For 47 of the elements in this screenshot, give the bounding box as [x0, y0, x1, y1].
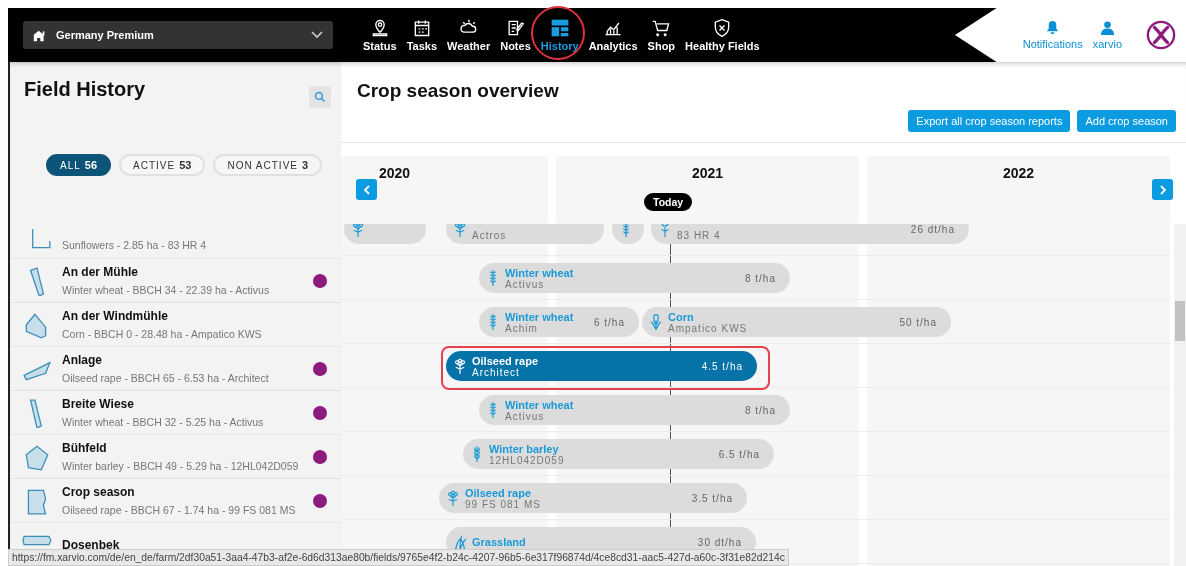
variety-name: Ampatico KWS	[668, 322, 749, 334]
field-name: Bühfeld	[62, 441, 108, 455]
field-details: Winter barley - BBCH 49 - 5.29 ha - 12HL042D059	[62, 460, 300, 472]
page-title: Crop season overview	[357, 80, 560, 102]
variety-name: 83 HR 4	[677, 228, 722, 241]
variety-name: Activus	[505, 410, 546, 422]
crop-name: Grassland	[472, 536, 527, 548]
crop-name: Oilseed rape	[465, 486, 533, 499]
field-details: Oilseed rape - BBCH 67 - 1.74 ha - 99 FS 081 MS	[62, 504, 297, 516]
variety-name: Achim	[505, 322, 539, 334]
url-status-tooltip: https://fm.xarvio.com/de/en_de/farm/2df30a51-3aa4-47b3-af2e-6d6d313ae80b/fields/9765e4f2-b24c-4207-96b5-6e317f96874d/4ce8cd31-aac5-427d-a60c-3f31e82d214c	[8, 549, 789, 566]
yield-value: 30 dt/ha	[697, 536, 742, 548]
variety-name: 99 FS 081 MS	[465, 498, 542, 510]
variety-name: 12HL042D059	[489, 454, 566, 466]
crop-name: Winter wheat	[505, 398, 575, 411]
field-name: An der Mühle	[62, 265, 139, 279]
today-marker: Today	[644, 193, 693, 211]
variety-name: Activus	[505, 278, 546, 290]
field-details: Oilseed rape - BBCH 65 - 6.53 ha - Architect	[62, 372, 270, 384]
field-name: Crop season	[62, 485, 136, 499]
crop-name: Winter wheat	[505, 310, 575, 323]
yield-value: 8 t/ha	[744, 404, 776, 416]
variety-name: Actros	[472, 228, 508, 241]
yield-value: 8 t/ha	[744, 272, 776, 284]
field-name: Dosenbek	[62, 537, 121, 552]
variety-name: Architect	[472, 366, 520, 378]
crop-name: Winter wheat	[505, 266, 575, 279]
yield-value: 50 t/ha	[899, 316, 937, 328]
yield-value: 6 t/ha	[593, 316, 625, 328]
year-label: 2020	[379, 165, 411, 181]
crop-name: Corn	[668, 310, 695, 323]
crop-name: Winter barley	[489, 442, 560, 455]
field-details: Sunflowers - 2.85 ha - 83 HR 4	[62, 238, 208, 251]
yield-value: 6.5 t/ha	[718, 448, 760, 460]
field-details: Winter wheat - BBCH 32 - 5.25 ha - Activus	[62, 416, 265, 428]
field-name: Breite Wiese	[62, 397, 135, 411]
field-name: Anlage	[62, 353, 103, 367]
yield-value: 4.5 t/ha	[701, 360, 743, 372]
sidebar-title: Field History	[24, 78, 146, 102]
field-details: Winter wheat - BBCH 34 - 22.39 ha - Activus	[62, 284, 271, 296]
yield-value: 3.5 t/ha	[691, 492, 733, 504]
yield-value: 26 dt/ha	[910, 224, 955, 235]
year-label: 2022	[1002, 165, 1035, 181]
crop-name: Oilseed rape	[472, 354, 540, 367]
field-name: An der Windmühle	[62, 309, 169, 323]
year-label: 2021	[691, 165, 724, 181]
field-details: Corn - BBCH 0 - 28.48 ha - Ampatico KWS	[62, 328, 263, 340]
